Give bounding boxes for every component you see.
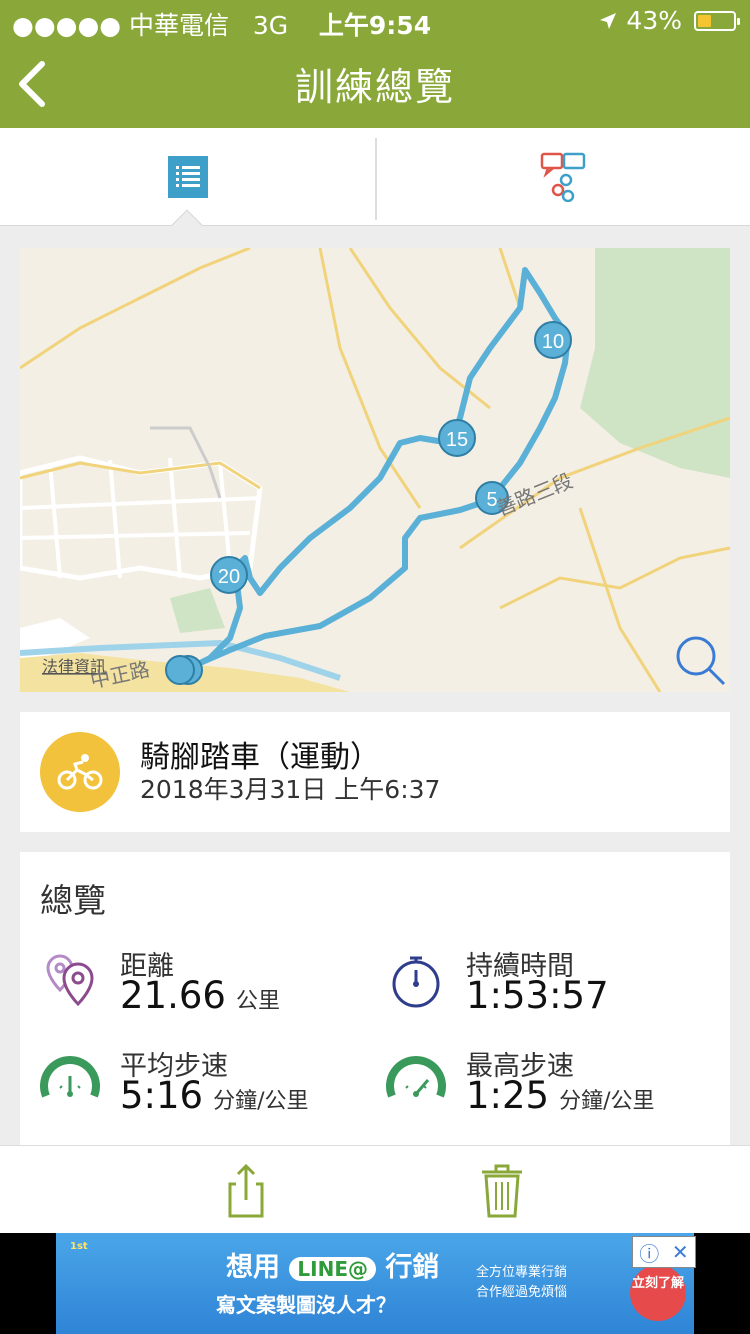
activity-card: 騎腳踏車（運動） 2018年3月31日 上午6:37 [20, 712, 730, 832]
speed-gauge-icon [386, 1056, 446, 1098]
stat-duration: 持續時間 1:53:57 [386, 944, 716, 1034]
ad-subline: 寫文案製圖沒人才？ [216, 1293, 396, 1317]
marker-15[interactable]: 15 [438, 419, 476, 457]
app-root: ●●●●● 中華電信 3G 上午9:54 43% 訓練總覽 5 10 15 20… [0, 0, 750, 1334]
marker-20[interactable]: 20 [210, 556, 248, 594]
stat-value: 5:16 分鐘/公里 [120, 1074, 309, 1117]
location-arrow-icon [600, 12, 617, 29]
ad-brand-logo: 1st [70, 1241, 88, 1252]
chat-bubbles-icon [540, 152, 585, 202]
status-right: 43% [598, 6, 740, 35]
trash-icon[interactable] [472, 1160, 532, 1220]
svg-text:20: 20 [218, 566, 240, 588]
battery-percent: 43% [626, 6, 682, 35]
list-icon [167, 156, 208, 198]
share-icon[interactable] [216, 1160, 276, 1220]
route-map[interactable]: 5 10 15 20 法律資訊 中正路 善路三段 [20, 248, 730, 692]
battery-icon [694, 10, 740, 31]
ad-content[interactable]: 1st 想用 LINE@ 行銷 寫文案製圖沒人才？ 全方位專業行銷 合作經過免煩惱… [56, 1233, 694, 1334]
stat-value: 1:53:57 [466, 974, 609, 1017]
top-bar: ●●●●● 中華電信 3G 上午9:54 43% 訓練總覽 [0, 0, 750, 128]
segmented-tabs [0, 128, 750, 241]
stat-value: 1:25 分鐘/公里 [466, 1074, 655, 1117]
bicycle-icon [40, 732, 120, 812]
close-icon[interactable]: ✕ [672, 1240, 689, 1264]
ad-headline: 想用 LINE@ 行銷 [226, 1252, 440, 1283]
overview-heading: 總覽 [40, 881, 106, 920]
svg-text:15: 15 [446, 429, 468, 451]
ad-controls: ⓘ ✕ [632, 1236, 696, 1268]
speed-gauge-icon [40, 1056, 100, 1098]
start-end-marker [165, 655, 203, 685]
stat-max-pace: 最高步速 1:25 分鐘/公里 [386, 1044, 716, 1134]
stat-avg-pace: 平均步速 5:16 分鐘/公里 [40, 1044, 370, 1134]
info-icon[interactable]: ⓘ [639, 1238, 659, 1267]
overview-card: 總覽 距離 21.66 公里 持續時間 1:53:57 平均步速 5:16 分鐘… [20, 852, 730, 1152]
activity-datetime: 2018年3月31日 上午6:37 [140, 775, 441, 804]
page-title: 訓練總覽 [294, 65, 455, 109]
svg-text:10: 10 [542, 331, 564, 353]
map-canvas: 5 10 15 20 法律資訊 中正路 善路三段 [20, 248, 730, 692]
location-pins-icon [46, 954, 94, 1007]
marker-10[interactable]: 10 [534, 321, 572, 359]
tab-comments[interactable] [376, 128, 750, 226]
stopwatch-icon [392, 956, 440, 1008]
ad-cta-button[interactable]: 立刻了解 [630, 1265, 686, 1321]
stat-distance: 距離 21.66 公里 [40, 944, 370, 1034]
status-bar: ●●●●● 中華電信 3G 上午9:54 43% [0, 0, 750, 40]
stat-value: 21.66 公里 [120, 974, 280, 1017]
ad-side-text: 全方位專業行銷 合作經過免煩惱 [476, 1265, 568, 1300]
bottom-toolbar [0, 1145, 750, 1233]
